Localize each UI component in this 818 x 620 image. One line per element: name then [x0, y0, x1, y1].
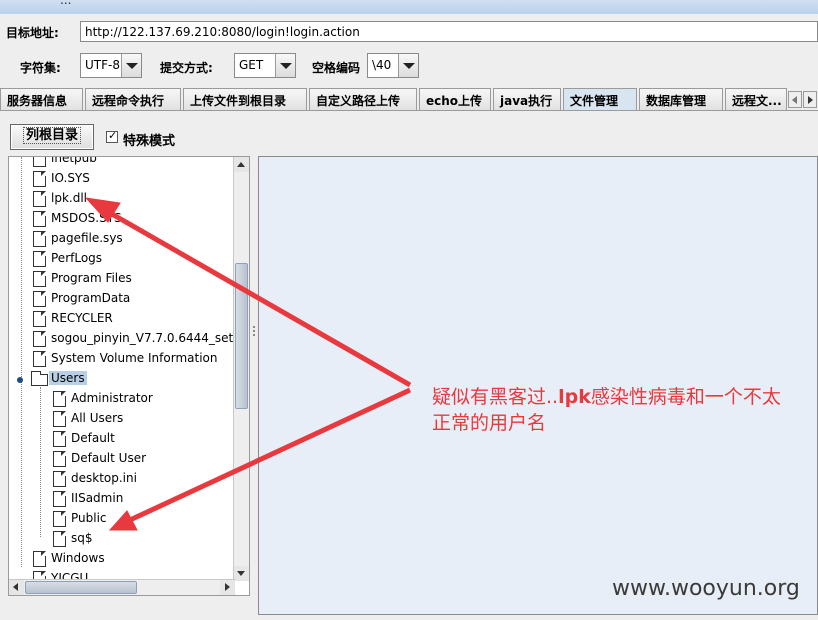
annotation-text: 疑似有黑客过..lpk感染性病毒和一个不太 正常的用户名	[432, 384, 812, 436]
annotation-line1-prefix: 疑似有黑客过..	[432, 386, 559, 408]
annotation-line2: 正常的用户名	[432, 412, 547, 434]
watermark: www.wooyun.org	[612, 576, 800, 601]
annotation-line1-suffix: 感染性病毒和一个不太	[590, 386, 781, 408]
annotation-arrows	[84, 197, 412, 531]
annotation-line1-highlight: lpk	[558, 386, 591, 408]
